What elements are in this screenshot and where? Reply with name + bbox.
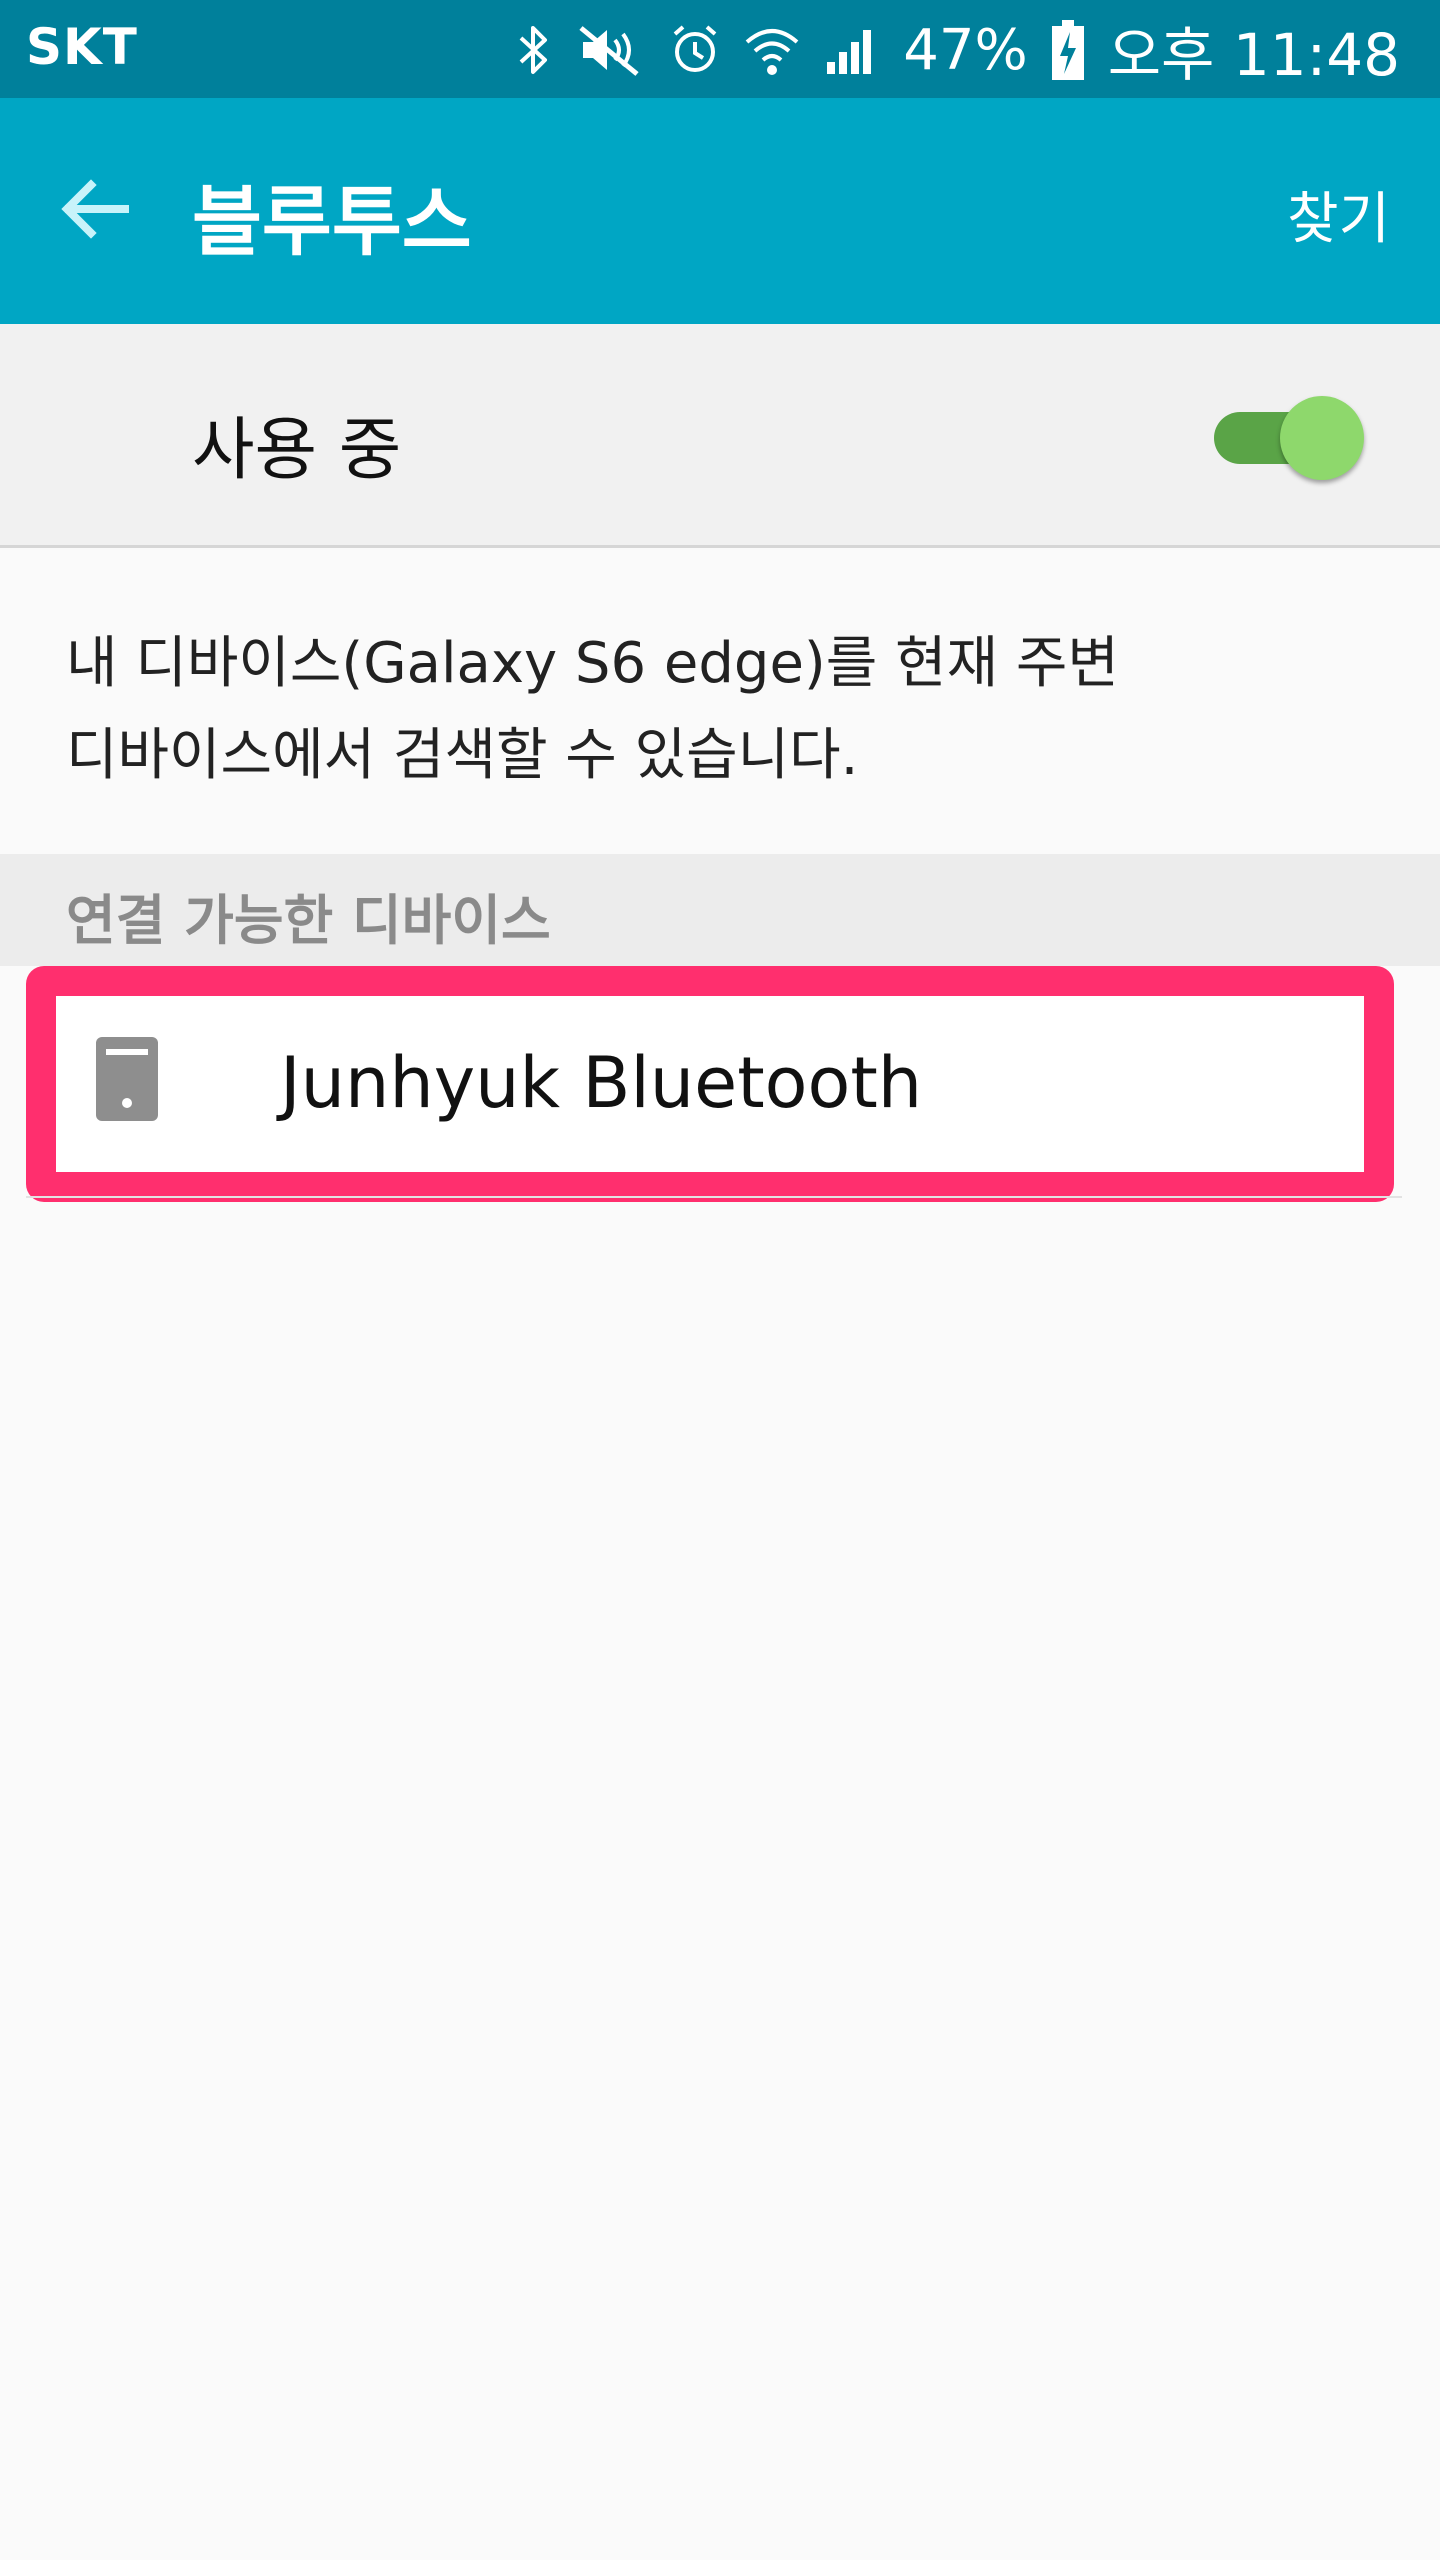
mute-icon (577, 22, 647, 78)
battery-charging-icon (1050, 18, 1086, 82)
visibility-notice: 내 디바이스(Galaxy S6 edge)를 현재 주변 디바이스에서 검색할… (66, 618, 1366, 802)
section-header-label: 연결 가능한 디바이스 (66, 889, 551, 952)
bluetooth-switch[interactable] (1214, 392, 1366, 484)
bluetooth-icon (515, 22, 555, 78)
page-title: 블루투스 (192, 177, 472, 266)
clock: 오후 11:48 (1107, 21, 1400, 89)
device-name: Junhyuk Bluetooth (280, 1042, 923, 1124)
phone-device-icon (96, 1037, 158, 1121)
back-button[interactable] (50, 164, 140, 254)
alarm-icon (669, 22, 721, 78)
signal-icon (823, 22, 881, 78)
switch-thumb (1280, 396, 1364, 480)
scan-button[interactable]: 찾기 (1287, 174, 1390, 255)
toggle-label: 사용 중 (192, 411, 402, 490)
wifi-icon (743, 22, 801, 78)
status-icons: 47% 오후 11:48 (515, 10, 1400, 90)
battery-percent: 47% (903, 17, 1028, 83)
bluetooth-toggle-row[interactable]: 사용 중 (0, 324, 1440, 548)
row-divider (26, 1196, 1402, 1198)
available-devices-header: 연결 가능한 디바이스 (0, 854, 1440, 966)
visibility-line-2: 디바이스에서 검색할 수 있습니다. (66, 723, 859, 788)
app-bar: 블루투스 찾기 (0, 98, 1440, 324)
carrier-label: SKT (26, 18, 138, 76)
visibility-line-1: 내 디바이스(Galaxy S6 edge)를 현재 주변 (66, 631, 1119, 696)
status-bar: SKT 47% 오후 11:48 (0, 0, 1440, 98)
arrow-left-icon (61, 179, 129, 239)
device-row[interactable]: Junhyuk Bluetooth (26, 966, 1394, 1202)
